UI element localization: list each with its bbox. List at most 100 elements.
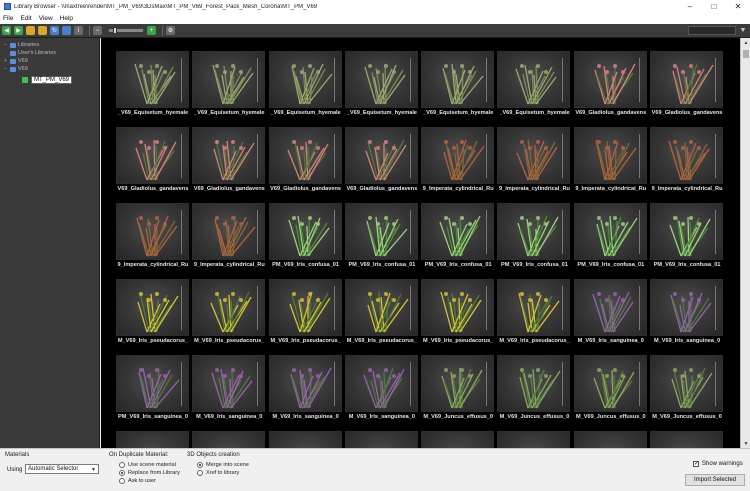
asset-tile[interactable]: M_V69_Iris_sanguinea_0 bbox=[573, 278, 649, 354]
plant-thumbnail[interactable] bbox=[573, 51, 647, 108]
plant-thumbnail[interactable] bbox=[268, 279, 342, 336]
plant-thumbnail[interactable] bbox=[650, 431, 724, 448]
radio-dot[interactable] bbox=[197, 462, 203, 468]
tree-item-libraries[interactable]: – Libraries bbox=[0, 41, 99, 49]
radio-xref-to-library[interactable]: Xref to library bbox=[197, 470, 239, 476]
radio-dot[interactable] bbox=[197, 470, 203, 476]
asset-tile[interactable]: _V69_Equisetum_hyemale bbox=[268, 50, 344, 126]
asset-tile[interactable]: _V69_Equisetum_hyemale bbox=[344, 50, 420, 126]
plant-thumbnail[interactable] bbox=[650, 51, 724, 108]
plant-thumbnail[interactable] bbox=[116, 355, 189, 412]
settings-icon[interactable]: ⚙ bbox=[166, 26, 175, 35]
close-button[interactable]: ✕ bbox=[726, 0, 750, 13]
asset-tile[interactable]: 9_Imperata_cylindrical_Ru bbox=[420, 126, 496, 202]
plant-thumbnail[interactable] bbox=[268, 203, 342, 260]
menu-file[interactable]: File bbox=[3, 15, 13, 22]
asset-tile[interactable]: M_V69_Iris_pseudacorus_ bbox=[115, 278, 191, 354]
show-warnings-checkbox[interactable]: ✓ Show warnings bbox=[693, 461, 743, 467]
plant-thumbnail[interactable] bbox=[344, 51, 418, 108]
plant-thumbnail[interactable] bbox=[650, 355, 724, 412]
plant-thumbnail[interactable] bbox=[650, 203, 724, 260]
plant-thumbnail[interactable] bbox=[421, 127, 495, 184]
maximize-button[interactable]: □ bbox=[702, 0, 726, 13]
asset-tile[interactable]: PM_V69_Iris_confusa_01 bbox=[344, 202, 420, 278]
asset-tile[interactable]: M_V69_Juncus_effusus_0 bbox=[649, 354, 725, 430]
plant-thumbnail[interactable] bbox=[497, 51, 571, 108]
plant-thumbnail[interactable] bbox=[344, 279, 418, 336]
plant-thumbnail[interactable] bbox=[116, 51, 189, 108]
asset-tile[interactable]: M_V69_Iris_pseudacorus_ bbox=[344, 278, 420, 354]
info-icon[interactable]: i bbox=[74, 26, 83, 35]
plant-thumbnail[interactable] bbox=[116, 431, 189, 448]
checkbox-box[interactable]: ✓ bbox=[693, 461, 699, 467]
save-icon[interactable] bbox=[62, 26, 71, 35]
tree-item-v69[interactable]: + V69 bbox=[0, 57, 99, 65]
plant-thumbnail[interactable] bbox=[192, 127, 266, 184]
plant-thumbnail[interactable] bbox=[421, 355, 495, 412]
plant-thumbnail[interactable] bbox=[650, 127, 724, 184]
plant-thumbnail[interactable] bbox=[268, 127, 342, 184]
plant-thumbnail[interactable] bbox=[344, 127, 418, 184]
asset-tile[interactable] bbox=[420, 430, 496, 448]
menu-help[interactable]: Help bbox=[60, 15, 73, 22]
back-arrow-icon[interactable]: ◀ bbox=[2, 26, 11, 35]
tree-item-v69[interactable]: – V69 bbox=[0, 65, 99, 73]
asset-tile[interactable]: _V69_Equisetum_hyemale bbox=[496, 50, 572, 126]
import-selected-button[interactable]: Import Selected bbox=[685, 474, 745, 486]
collapse-icon[interactable]: – bbox=[3, 42, 8, 48]
asset-tile[interactable] bbox=[344, 430, 420, 448]
plant-thumbnail[interactable] bbox=[268, 431, 342, 448]
radio-dot[interactable] bbox=[119, 470, 125, 476]
asset-tile[interactable]: PM_V69_Iris_confusa_01 bbox=[649, 202, 725, 278]
asset-tile[interactable]: V69_Gladiolus_gandavens bbox=[268, 126, 344, 202]
asset-tile[interactable]: M_V69_Juncus_effusus_0 bbox=[420, 354, 496, 430]
asset-tile[interactable]: M_V69_Iris_pseudacorus_ bbox=[268, 278, 344, 354]
plant-thumbnail[interactable] bbox=[573, 127, 647, 184]
filter-icon[interactable]: ▼ bbox=[738, 26, 748, 35]
plant-thumbnail[interactable] bbox=[192, 203, 266, 260]
tree-item-mt-pm-v69[interactable]: MT_PM_V69 bbox=[0, 75, 99, 85]
asset-tile[interactable]: PM_V69_Iris_confusa_01 bbox=[573, 202, 649, 278]
asset-tile[interactable]: 9_Imperata_cylindrical_Ru bbox=[649, 126, 725, 202]
scroll-up-icon[interactable]: ▲ bbox=[741, 38, 750, 47]
plant-thumbnail[interactable] bbox=[192, 431, 266, 448]
asset-tile[interactable]: M_V69_Iris_pseudacorus_ bbox=[496, 278, 572, 354]
asset-tile[interactable]: M_V69_Juncus_effusus_0 bbox=[496, 354, 572, 430]
plant-thumbnail[interactable] bbox=[344, 355, 418, 412]
asset-tile[interactable]: V69_Gladiolus_gandavens bbox=[115, 126, 191, 202]
plant-thumbnail[interactable] bbox=[497, 355, 571, 412]
asset-tile[interactable]: M_V69_Iris_pseudacorus_ bbox=[420, 278, 496, 354]
plant-thumbnail[interactable] bbox=[421, 51, 495, 108]
asset-tile[interactable] bbox=[115, 430, 191, 448]
asset-tile[interactable]: M_V69_Juncus_effusus_0 bbox=[573, 354, 649, 430]
plant-thumbnail[interactable] bbox=[192, 279, 266, 336]
asset-tile[interactable]: M_V69_Iris_sanguinea_0 bbox=[344, 354, 420, 430]
plant-thumbnail[interactable] bbox=[344, 431, 418, 448]
plant-thumbnail[interactable] bbox=[650, 279, 724, 336]
plant-thumbnail[interactable] bbox=[573, 355, 647, 412]
plant-thumbnail[interactable] bbox=[497, 279, 571, 336]
plant-thumbnail[interactable] bbox=[268, 51, 342, 108]
radio-replace-from-library[interactable]: Replace from Library bbox=[119, 470, 180, 476]
new-folder-icon[interactable] bbox=[38, 26, 47, 35]
search-input[interactable] bbox=[688, 26, 736, 35]
asset-tile[interactable]: M_V69_Iris_pseudacorus_ bbox=[191, 278, 267, 354]
forward-arrow-icon[interactable]: ▶ bbox=[14, 26, 23, 35]
minimize-button[interactable]: – bbox=[678, 0, 702, 13]
plant-thumbnail[interactable] bbox=[421, 203, 495, 260]
asset-tile[interactable]: _V69_Equisetum_hyemale bbox=[420, 50, 496, 126]
asset-tile[interactable]: PM_V69_Iris_confusa_01 bbox=[268, 202, 344, 278]
asset-tile[interactable]: PM_V69_Iris_sanguinea_0 bbox=[115, 354, 191, 430]
plant-thumbnail[interactable] bbox=[497, 203, 571, 260]
asset-tile[interactable]: 9_Imperata_cylindrical_Ru bbox=[115, 202, 191, 278]
open-folder-icon[interactable] bbox=[26, 26, 35, 35]
radio-dot[interactable] bbox=[119, 478, 125, 484]
asset-tile[interactable]: M_V69_Iris_sanguinea_0 bbox=[268, 354, 344, 430]
asset-tile[interactable] bbox=[191, 430, 267, 448]
plant-thumbnail[interactable] bbox=[344, 203, 418, 260]
plant-thumbnail[interactable] bbox=[116, 279, 189, 336]
expand-icon[interactable]: + bbox=[3, 58, 8, 64]
plant-thumbnail[interactable] bbox=[192, 51, 266, 108]
asset-tile[interactable] bbox=[573, 430, 649, 448]
plant-thumbnail[interactable] bbox=[116, 127, 189, 184]
